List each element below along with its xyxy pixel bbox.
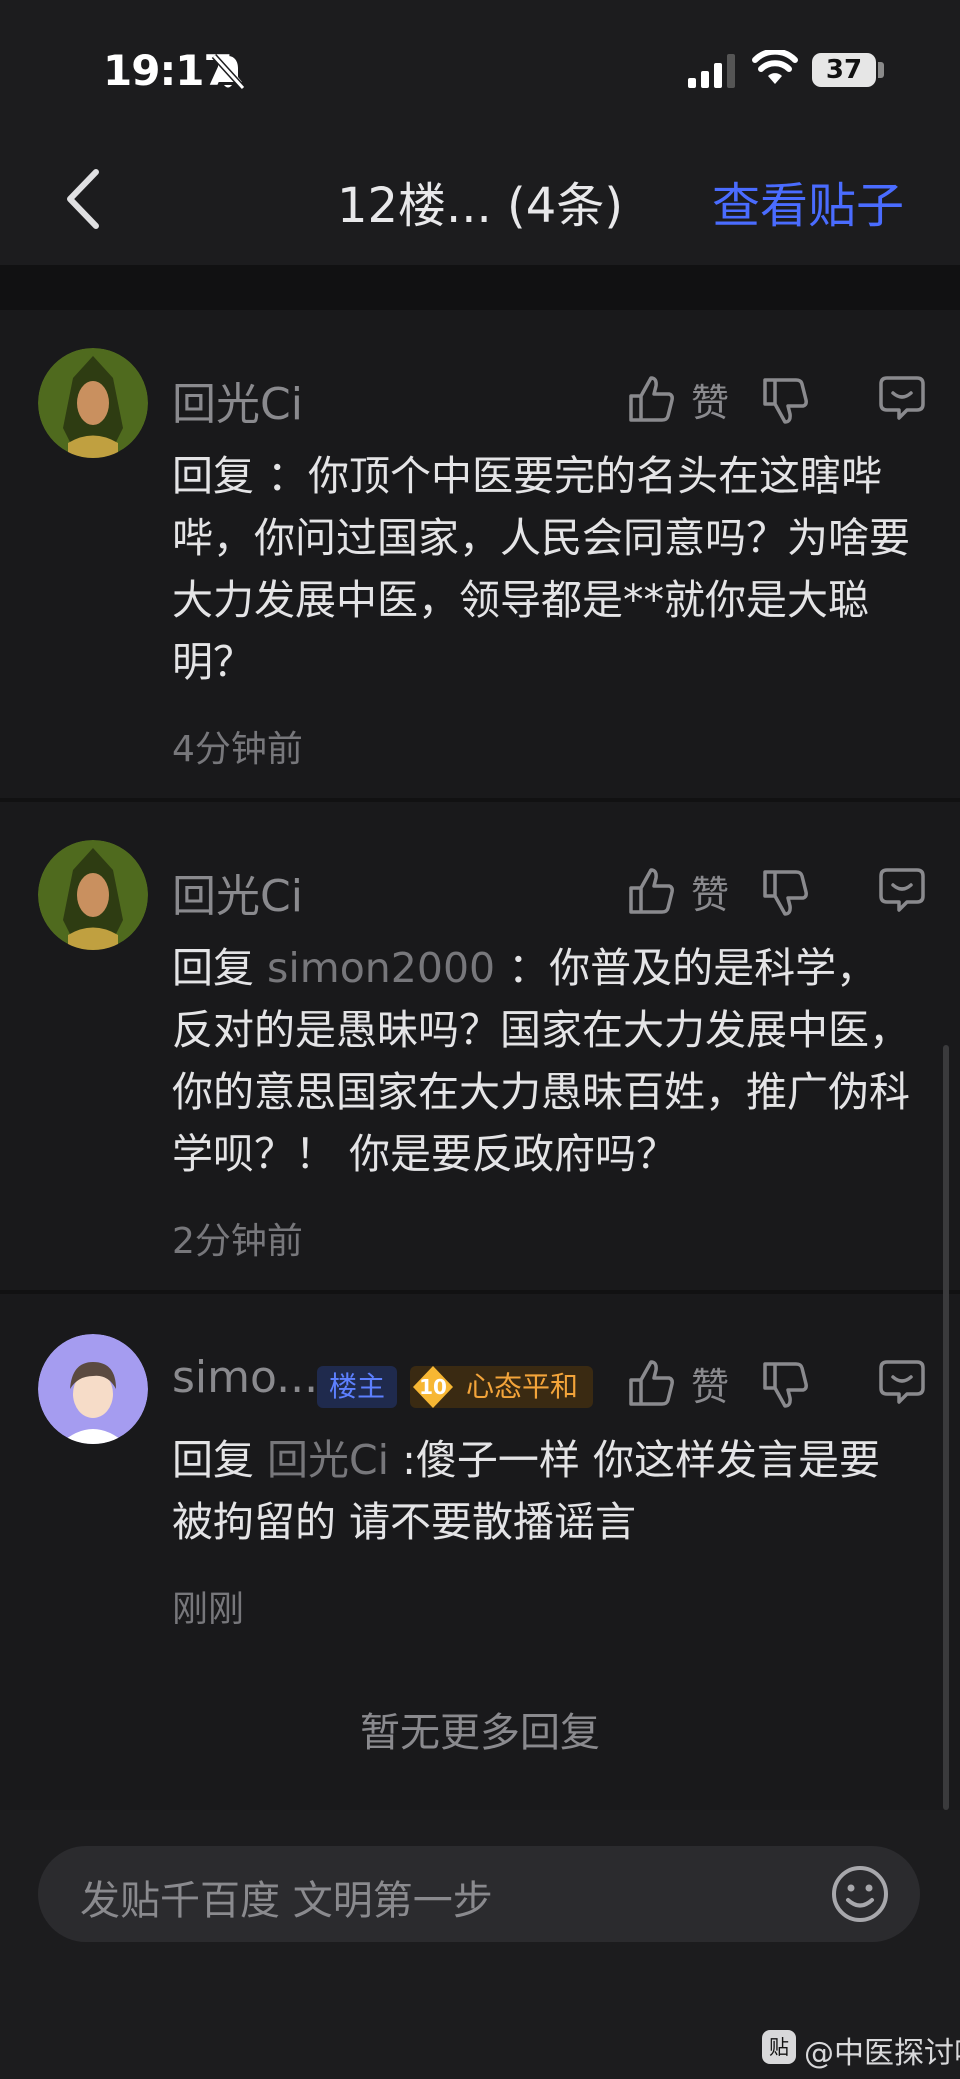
comment-item: 回光Ci 赞 回复 simon2000 ：你普及的是科学，反对的是愚昧吗？国家在… (0, 802, 960, 1290)
like-label[interactable]: 赞 (691, 1356, 729, 1411)
reply-icon[interactable] (877, 1358, 927, 1406)
comment-actions: 赞 (627, 1352, 932, 1412)
avatar[interactable] (38, 840, 148, 950)
reply-icon[interactable] (877, 866, 927, 914)
username[interactable]: simo... (172, 1352, 318, 1403)
timestamp: 刚刚 (172, 1589, 245, 1630)
thumbs-down-icon[interactable] (761, 868, 809, 918)
thumbs-up-icon[interactable] (627, 1358, 675, 1408)
comment-item: 回光Ci 赞 回复 ：你顶个中医要完的名头在这瞎哔哔，你问过国家，人民会同意吗？… (0, 310, 960, 798)
mention[interactable]: simon2000 (254, 944, 495, 992)
reply-input-placeholder: 发贴千百度 文明第一步 (80, 1878, 493, 1924)
level-badge: 10 心态平和 (410, 1366, 593, 1408)
view-post-link[interactable]: 查看贴子 (712, 166, 904, 236)
like-label[interactable]: 赞 (691, 372, 729, 427)
scrollbar[interactable] (943, 1045, 949, 1810)
reply-prefix: 回复 (172, 944, 254, 992)
level-badge-icon: 10 (413, 1366, 453, 1408)
reply-prefix: 回复 (172, 1436, 254, 1484)
comment-text: 回复 simon2000 ：你普及的是科学，反对的是愚昧吗？国家在大力发展中医，… (172, 937, 912, 1185)
username[interactable]: 回光Ci (172, 368, 303, 432)
battery-cap (878, 62, 884, 78)
username[interactable]: 回光Ci (172, 860, 303, 924)
nav-bar: 12楼... (4条) 查看贴子 (0, 140, 960, 265)
battery-indicator: 37 (812, 53, 876, 87)
comment-text: 回复 ：你顶个中医要完的名头在这瞎哔哔，你问过国家，人民会同意吗？为啥要大力发展… (172, 445, 912, 693)
bell-off-icon (211, 53, 246, 91)
comment-text: 回复 回光Ci :傻子一样 你这样发言是要被拘留的 请不要散播谣言 (172, 1429, 912, 1553)
mention[interactable]: 回光Ci (254, 1436, 389, 1484)
reply-input[interactable]: 发贴千百度 文明第一步 (38, 1846, 920, 1942)
tieba-logo-icon: 贴 (762, 2030, 796, 2064)
signal-icon (688, 54, 735, 88)
reply-prefix: 回复 (172, 452, 254, 500)
back-icon[interactable] (62, 166, 102, 232)
wifi-icon (752, 50, 798, 84)
level-title: 心态平和 (466, 1370, 579, 1403)
status-bar: 19:17 37 (0, 0, 960, 140)
comment-actions: 赞 (627, 860, 932, 920)
like-label[interactable]: 赞 (691, 864, 729, 919)
avatar[interactable] (38, 1334, 148, 1444)
watermark: 贴 @中医探讨吧 (762, 2028, 960, 2071)
timestamp: 2分钟前 (172, 1221, 303, 1262)
thumbs-up-icon[interactable] (627, 866, 675, 916)
comment-actions: 赞 (627, 368, 932, 428)
thumbs-down-icon[interactable] (761, 376, 809, 426)
no-more-replies: 暂无更多回复 (360, 1710, 600, 1756)
timestamp: 4分钟前 (172, 729, 303, 770)
thumbs-down-icon[interactable] (761, 1360, 809, 1410)
level-number: 10 (419, 1375, 447, 1399)
watermark-text: @中医探讨吧 (804, 2036, 960, 2071)
comment-body: ：你顶个中医要完的名头在这瞎哔哔，你问过国家，人民会同意吗？为啥要大力发展中医，… (172, 452, 910, 686)
reply-icon[interactable] (877, 374, 927, 422)
page-title: 12楼... (4条) (336, 178, 624, 234)
op-badge: 楼主 (317, 1366, 397, 1408)
avatar[interactable] (38, 348, 148, 458)
emoji-icon[interactable] (830, 1864, 890, 1924)
thumbs-up-icon[interactable] (627, 374, 675, 424)
